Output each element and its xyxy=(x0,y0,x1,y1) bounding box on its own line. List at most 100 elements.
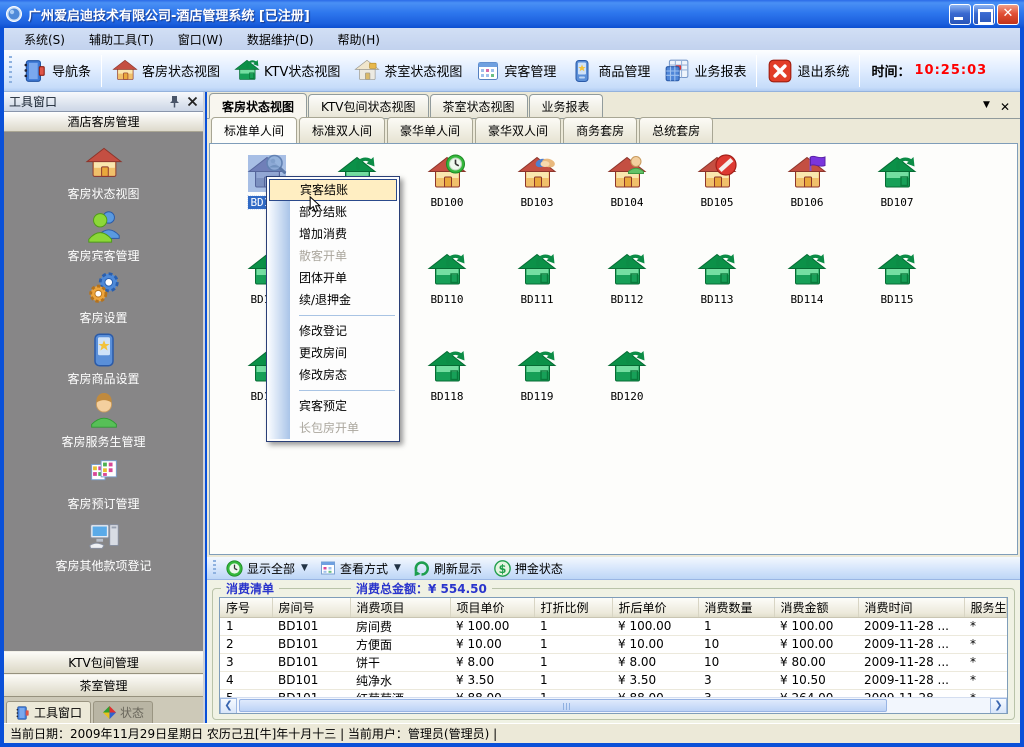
column-header-6[interactable]: 消费数量 xyxy=(698,598,774,617)
context-menu-item-7[interactable]: 修改登记 xyxy=(269,320,397,342)
room-type-tab-0[interactable]: 标准单人间 xyxy=(211,117,297,144)
view-tab-2[interactable]: 茶室状态视图 xyxy=(430,94,528,118)
column-header-0[interactable]: 序号 xyxy=(220,598,272,617)
context-menu-item-11[interactable]: 宾客预定 xyxy=(269,395,397,417)
scroll-left-button[interactable]: ❮ xyxy=(220,698,237,714)
room-BD103[interactable]: BD103 xyxy=(492,150,582,247)
context-menu-item-2[interactable]: 增加消费 xyxy=(269,223,397,245)
toolbar-button-6[interactable]: 商品管理 xyxy=(563,56,657,86)
toolbar-button-label: 商品管理 xyxy=(598,61,650,80)
room-label: BD114 xyxy=(788,293,825,306)
menu-item-2[interactable]: 窗口(W) xyxy=(166,29,235,50)
room-BD111[interactable]: BD111 xyxy=(492,247,582,344)
room-BD106[interactable]: BD106 xyxy=(762,150,852,247)
table-row-0[interactable]: 1BD101房间费¥ 100.001¥ 100.001¥ 100.002009-… xyxy=(220,617,1007,635)
context-menu-item-9[interactable]: 修改房态 xyxy=(269,364,397,386)
column-header-9[interactable]: 服务生 xyxy=(964,598,1007,617)
sidebar-section-0[interactable]: KTV包间管理 xyxy=(4,651,203,674)
room-BD112[interactable]: BD112 xyxy=(582,247,672,344)
column-header-3[interactable]: 项目单价 xyxy=(450,598,534,617)
bottom-toolbar-button-0[interactable]: 显示全部▼ xyxy=(220,558,314,579)
context-menu-item-12[interactable]: 长包房开单 xyxy=(269,417,397,439)
column-header-1[interactable]: 房间号 xyxy=(272,598,350,617)
menu-item-0[interactable]: 系统(S) xyxy=(12,29,77,50)
room-BD100[interactable]: BD100 xyxy=(402,150,492,247)
room-BD104[interactable]: BD104 xyxy=(582,150,672,247)
scroll-right-button[interactable]: ❯ xyxy=(990,698,1007,714)
table-row-1[interactable]: 2BD101方便面¥ 10.001¥ 10.0010¥ 100.002009-1… xyxy=(220,635,1007,653)
toolbar-button-3[interactable]: KTV状态视图 xyxy=(227,55,347,87)
sidebar-item-1[interactable]: 客房宾客管理 xyxy=(4,204,203,266)
sidebar-item-5[interactable]: 客房预订管理 xyxy=(4,452,203,514)
sidebar-item-2[interactable]: 客房设置 xyxy=(4,266,203,328)
bottom-toolbar-grip[interactable] xyxy=(213,560,216,576)
toolbar-button-9[interactable]: 退出系统 xyxy=(760,55,856,87)
context-menu-item-4[interactable]: 团体开单 xyxy=(269,267,397,289)
room-label: BD120 xyxy=(608,390,645,403)
context-menu-item-8[interactable]: 更改房间 xyxy=(269,342,397,364)
minimize-button[interactable] xyxy=(949,4,971,25)
room-BD113[interactable]: BD113 xyxy=(672,247,762,344)
toolbar-button-7[interactable]: 业务报表 xyxy=(657,55,753,87)
menu-item-1[interactable]: 辅助工具(T) xyxy=(77,29,166,50)
sidebar-section-1[interactable]: 茶室管理 xyxy=(4,674,203,697)
tab-dropdown-icon[interactable]: ▼ xyxy=(983,100,990,114)
menu-item-4[interactable]: 帮助(H) xyxy=(326,29,392,50)
room-type-tab-3[interactable]: 豪华双人间 xyxy=(475,117,561,143)
sidebar-panel-title[interactable]: 酒店客房管理 xyxy=(4,112,203,132)
context-menu-item-3[interactable]: 散客开单 xyxy=(269,245,397,267)
column-header-8[interactable]: 消费时间 xyxy=(858,598,964,617)
room-BD118[interactable]: BD118 xyxy=(402,344,492,441)
room-type-tab-4[interactable]: 商务套房 xyxy=(563,117,637,143)
context-menu-item-1[interactable]: 部分结账 xyxy=(269,201,397,223)
table-cell: BD101 xyxy=(272,671,350,689)
view-tab-3[interactable]: 业务报表 xyxy=(529,94,603,118)
sidebar-item-4[interactable]: 客房服务生管理 xyxy=(4,390,203,452)
pin-icon[interactable] xyxy=(169,95,180,108)
sidebar-item-6[interactable]: 客房其他款项登记 xyxy=(4,514,203,576)
room-type-tab-5[interactable]: 总统套房 xyxy=(639,117,713,143)
column-header-5[interactable]: 折后单价 xyxy=(612,598,698,617)
sidebar-item-0[interactable]: 客房状态视图 xyxy=(4,142,203,204)
room-type-tab-2[interactable]: 豪华单人间 xyxy=(387,117,473,143)
room-type-tab-1[interactable]: 标准双人间 xyxy=(299,117,385,143)
computer-icon xyxy=(85,517,123,555)
menu-item-3[interactable]: 数据维护(D) xyxy=(235,29,326,50)
bottom-toolbar-button-1[interactable]: 查看方式▼ xyxy=(314,558,407,579)
sidebar-item-3[interactable]: 客房商品设置 xyxy=(4,328,203,390)
close-panel-icon[interactable] xyxy=(187,96,198,107)
toolbar-button-2[interactable]: 客房状态视图 xyxy=(105,55,227,87)
room-BD119[interactable]: BD119 xyxy=(492,344,582,441)
table-row-2[interactable]: 3BD101饼干¥ 8.001¥ 8.0010¥ 80.002009-11-28… xyxy=(220,653,1007,671)
room-BD114[interactable]: BD114 xyxy=(762,247,852,344)
scrollbar-thumb[interactable] xyxy=(239,699,887,712)
room-BD105[interactable]: BD105 xyxy=(672,150,762,247)
scrollbar-track[interactable] xyxy=(237,698,990,713)
column-header-7[interactable]: 消费金额 xyxy=(774,598,858,617)
toolbar-button-4[interactable]: 茶室状态视图 xyxy=(347,55,469,87)
room-house-icon xyxy=(427,251,467,291)
view-tab-1[interactable]: KTV包间状态视图 xyxy=(308,94,428,118)
bottom-toolbar-button-2[interactable]: 刷新显示 xyxy=(407,558,488,579)
maximize-button[interactable] xyxy=(973,4,995,25)
room-BD120[interactable]: BD120 xyxy=(582,344,672,441)
column-header-2[interactable]: 消费项目 xyxy=(350,598,450,617)
room-BD115[interactable]: BD115 xyxy=(852,247,942,344)
table-horizontal-scrollbar[interactable]: ❮ ❯ xyxy=(220,697,1007,713)
toolbar-grip[interactable] xyxy=(9,56,12,86)
view-tab-0[interactable]: 客房状态视图 xyxy=(209,93,307,119)
bottom-toolbar-button-3[interactable]: $押金状态 xyxy=(488,558,569,579)
close-button[interactable] xyxy=(997,4,1019,25)
viewmode-icon xyxy=(320,560,336,576)
room-BD110[interactable]: BD110 xyxy=(402,247,492,344)
sidebar-bottom-tab-0[interactable]: 工具窗口 xyxy=(6,701,91,723)
table-row-3[interactable]: 4BD101纯净水¥ 3.501¥ 3.503¥ 10.502009-11-28… xyxy=(220,671,1007,689)
context-menu-item-5[interactable]: 续/退押金 xyxy=(269,289,397,311)
column-header-4[interactable]: 打折比例 xyxy=(534,598,612,617)
room-BD107[interactable]: BD107 xyxy=(852,150,942,247)
sidebar-bottom-tab-1[interactable]: 状态 xyxy=(93,701,153,723)
tab-close-icon[interactable]: ✕ xyxy=(1000,100,1010,114)
toolbar-button-5[interactable]: 宾客管理 xyxy=(469,56,563,86)
toolbar-button-0[interactable]: 导航条 xyxy=(15,55,98,87)
context-menu-item-0[interactable]: 宾客结账 xyxy=(269,179,397,201)
